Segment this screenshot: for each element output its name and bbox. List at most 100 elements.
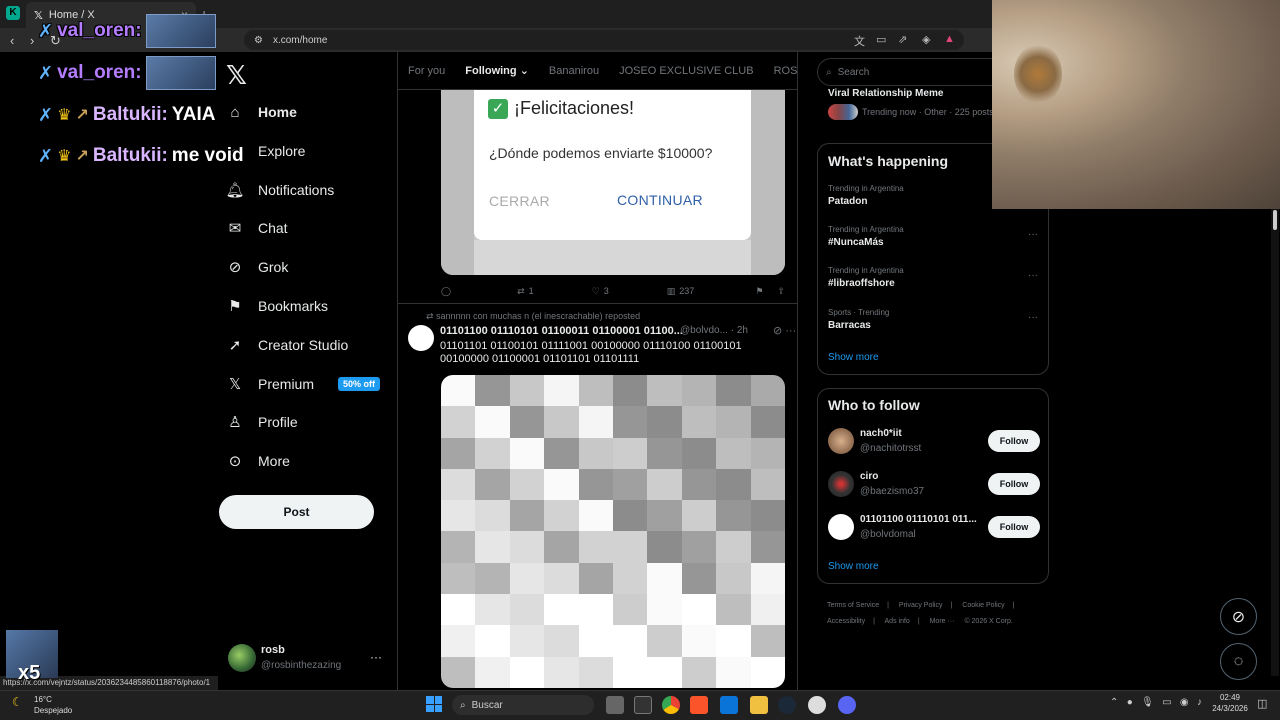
trend-title[interactable]: Viral Relationship Meme [828,88,943,99]
steam-icon[interactable] [778,696,796,714]
media-pixel [578,500,613,532]
dialog-continue-button[interactable]: CONTINUAR [617,192,703,208]
tab-for-you[interactable]: For you [398,65,455,77]
more-icon[interactable]: ⊘ ··· [773,324,796,337]
follow-suggestion[interactable]: ciro @baezismo37 Follow [828,469,1040,501]
start-button[interactable] [426,696,442,712]
task-view-icon[interactable] [606,696,624,714]
search-icon: ⌕ [826,66,832,78]
avatar[interactable] [408,325,434,351]
footer-link[interactable]: Ads info [885,618,910,625]
sidebar-item-notifications[interactable]: 🔔︎ Notifications [225,175,334,205]
like-button[interactable]: ♡ 3 [592,286,609,297]
follow-button[interactable]: Follow [988,430,1040,452]
search-icon: ⌕ [460,699,466,711]
footer-link[interactable]: Cookie Policy [962,602,1004,609]
sidebar-item-home[interactable]: ⌂ Home [226,97,296,127]
clock[interactable]: 02:49 24/3/2026 [1210,692,1250,714]
media-pixel [750,625,785,657]
tab-bananirou[interactable]: Bananirou [539,65,609,77]
sidebar-item-premium[interactable]: 𝕏 Premium 50% off [226,369,381,399]
shield-icon[interactable]: ◈ [922,33,934,46]
reply-button[interactable]: ◯ [441,286,451,297]
trend-item[interactable]: Trending in Argentina #libraoffshore ··· [828,266,1038,289]
media-pixel [681,500,717,532]
trend-item[interactable]: Sports · Trending Barracas ··· [828,308,1038,331]
views-button[interactable]: ▥ 237 [667,286,695,297]
sidebar-item-chat[interactable]: ✉ Chat [226,213,288,243]
more-icon[interactable]: ··· [1028,270,1038,281]
media-pixel [647,500,682,532]
taskbar-search[interactable]: ⌕ Buscar [452,695,594,715]
scrollbar[interactable] [1271,209,1279,676]
translate-icon[interactable]: 文 [854,33,866,48]
site-info-icon[interactable]: ⚙ [254,35,263,46]
post-button[interactable]: Post [219,495,374,529]
weather-widget[interactable]: ☾ 16°C Despejado [12,692,72,716]
forward-icon[interactable]: › [30,33,34,48]
dialog-close-button[interactable]: CERRAR [489,193,550,209]
app-icon[interactable] [808,696,826,714]
media-pixel [544,625,579,657]
account-switcher[interactable]: rosb @rosbinthezazing ··· [228,642,388,676]
media-pixel [647,594,682,626]
sidebar-item-more[interactable]: ⊙ More [226,446,290,476]
chat-emote [145,14,216,48]
footer-link[interactable]: Privacy Policy [899,602,943,609]
media-pixel [509,656,545,688]
follow-button[interactable]: Follow [988,473,1040,495]
cast-icon[interactable]: ▭ [876,33,888,46]
x-logo-icon[interactable]: 𝕏 [226,60,247,91]
grok-fab-button[interactable]: ⊘ [1220,598,1257,635]
tab-rosbisi[interactable]: ROSBISI [764,65,797,77]
post-media[interactable] [441,375,785,688]
sidebar-item-profile[interactable]: ♙ Profile [226,407,297,437]
dialog-question: ¿Dónde podemos enviarte $10000? [489,145,713,161]
share-icon[interactable]: ⇗ [898,33,910,46]
footer-link[interactable]: Accessibility [827,618,865,625]
post-author-handle[interactable]: @bolvdo... · 2h [680,325,748,336]
chrome-icon[interactable] [662,696,680,714]
rewards-icon[interactable]: ▲ [944,33,956,45]
chat-fab-button[interactable]: ◌ [1220,643,1257,680]
media-pixel [613,562,648,595]
follow-suggestion[interactable]: 01101100 01110101 011... @bolvdomal Foll… [828,512,1040,544]
more-icon[interactable]: ··· [1028,229,1038,240]
follow-suggestion[interactable]: nach0*iit @nachitotrsst Follow [828,426,1040,458]
media-pixel [613,406,648,438]
scrollbar-thumb[interactable] [1273,210,1277,230]
tab-joseo-exclusive-club[interactable]: JOSEO EXCLUSIVE CLUB [609,65,764,77]
sidebar-item-grok[interactable]: ⊘ Grok [226,252,289,282]
brave-icon[interactable] [690,696,708,714]
more-icon[interactable]: ··· [370,650,382,664]
show-more-link[interactable]: Show more [828,561,879,572]
sword-badge-icon: ✗ [38,20,54,41]
media-pixel [578,625,613,657]
footer-link[interactable]: More ··· [930,618,955,625]
store-icon[interactable] [720,696,738,714]
sidebar-item-bookmarks[interactable]: ⚑ Bookmarks [226,291,328,321]
media-pixel [613,594,648,626]
post-author-name[interactable]: 01101100 01110101 01100011 01100001 0110… [440,325,683,337]
more-icon[interactable]: ··· [1028,312,1038,323]
show-more-link[interactable]: Show more [828,352,879,363]
tab-following[interactable]: Following ⌄ [455,64,539,77]
footer-link[interactable]: Terms of Service [827,602,879,609]
media-pixel [441,562,476,595]
bookmark-button[interactable]: ⚑ [755,286,763,297]
sidebar-item-label: Premium [258,376,315,392]
sidebar-item-creator-studio[interactable]: ➚ Creator Studio [226,330,349,360]
trend-item[interactable]: Trending in Argentina #NuncaMás ··· [828,225,1038,248]
follow-button[interactable]: Follow [988,516,1040,538]
system-tray[interactable]: ⌃ ● 🎙︎ ▭ ◉ ♪ [1110,697,1202,708]
back-icon[interactable]: ‹ [10,33,14,48]
discord-icon[interactable] [838,696,856,714]
folder-icon[interactable] [750,696,768,714]
chat-line: ✗ ♛ ↗ Baltukii: YAIA [38,102,215,128]
media-pixel [578,437,613,469]
share-button[interactable]: ⇪ [777,286,785,297]
notifications-icon[interactable]: ◫ [1257,697,1267,710]
extension-k-icon[interactable]: K [6,6,20,20]
epic-games-icon[interactable] [634,696,652,714]
repost-button[interactable]: ⇄ 1 [517,286,534,297]
